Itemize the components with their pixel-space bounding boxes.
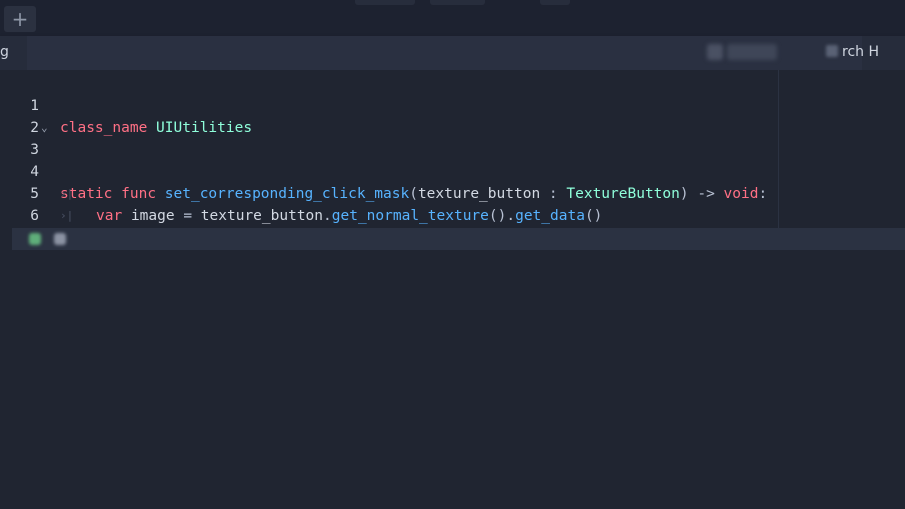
- code-editor[interactable]: 1 class_name UIUtilities 2 3 ⌄ static fu…: [0, 70, 905, 290]
- code-line[interactable]: 4 ›| var image = texture_button.get_norm…: [0, 139, 905, 224]
- warning-icon[interactable]: [54, 233, 66, 245]
- help-icon: [826, 45, 838, 57]
- fold-arrow-icon[interactable]: ⌄: [41, 117, 48, 139]
- code-line[interactable]: 7 ›| texture_button.set_click_mask(bitma…: [0, 205, 905, 290]
- toolbar-left-label: g: [0, 44, 9, 60]
- blurred-tab[interactable]: [430, 0, 485, 5]
- code-line[interactable]: 2: [0, 95, 905, 136]
- tab-strip: +: [0, 0, 905, 36]
- add-tab-button[interactable]: +: [4, 6, 36, 32]
- code-line[interactable]: 6 ›| bitmap_mask.create_from_image_alpha…: [0, 183, 905, 268]
- online-docs-button[interactable]: [707, 44, 723, 60]
- online-docs-label: [727, 44, 777, 60]
- blurred-tab[interactable]: [355, 0, 415, 5]
- status-ok-icon[interactable]: [29, 233, 41, 245]
- search-help-button[interactable]: rch H: [826, 44, 879, 60]
- editor-toolbar: g rch H: [0, 36, 905, 70]
- code-line[interactable]: 1 class_name UIUtilities: [0, 73, 905, 136]
- code-line[interactable]: 5 ›| var bitmap_mask = BitMap.new(): [0, 161, 905, 246]
- script-editor-window: + g rch H 1 class_name UIUtilities 2 3 ⌄: [0, 0, 905, 509]
- code-line[interactable]: 3 ⌄ static func set_corresponding_click_…: [0, 117, 905, 202]
- search-help-label: rch H: [842, 44, 879, 60]
- empty-panel-area: [0, 250, 905, 509]
- toolbar-panel: [27, 36, 862, 70]
- editor-status-bar: [12, 228, 905, 250]
- blurred-tab[interactable]: [540, 0, 570, 5]
